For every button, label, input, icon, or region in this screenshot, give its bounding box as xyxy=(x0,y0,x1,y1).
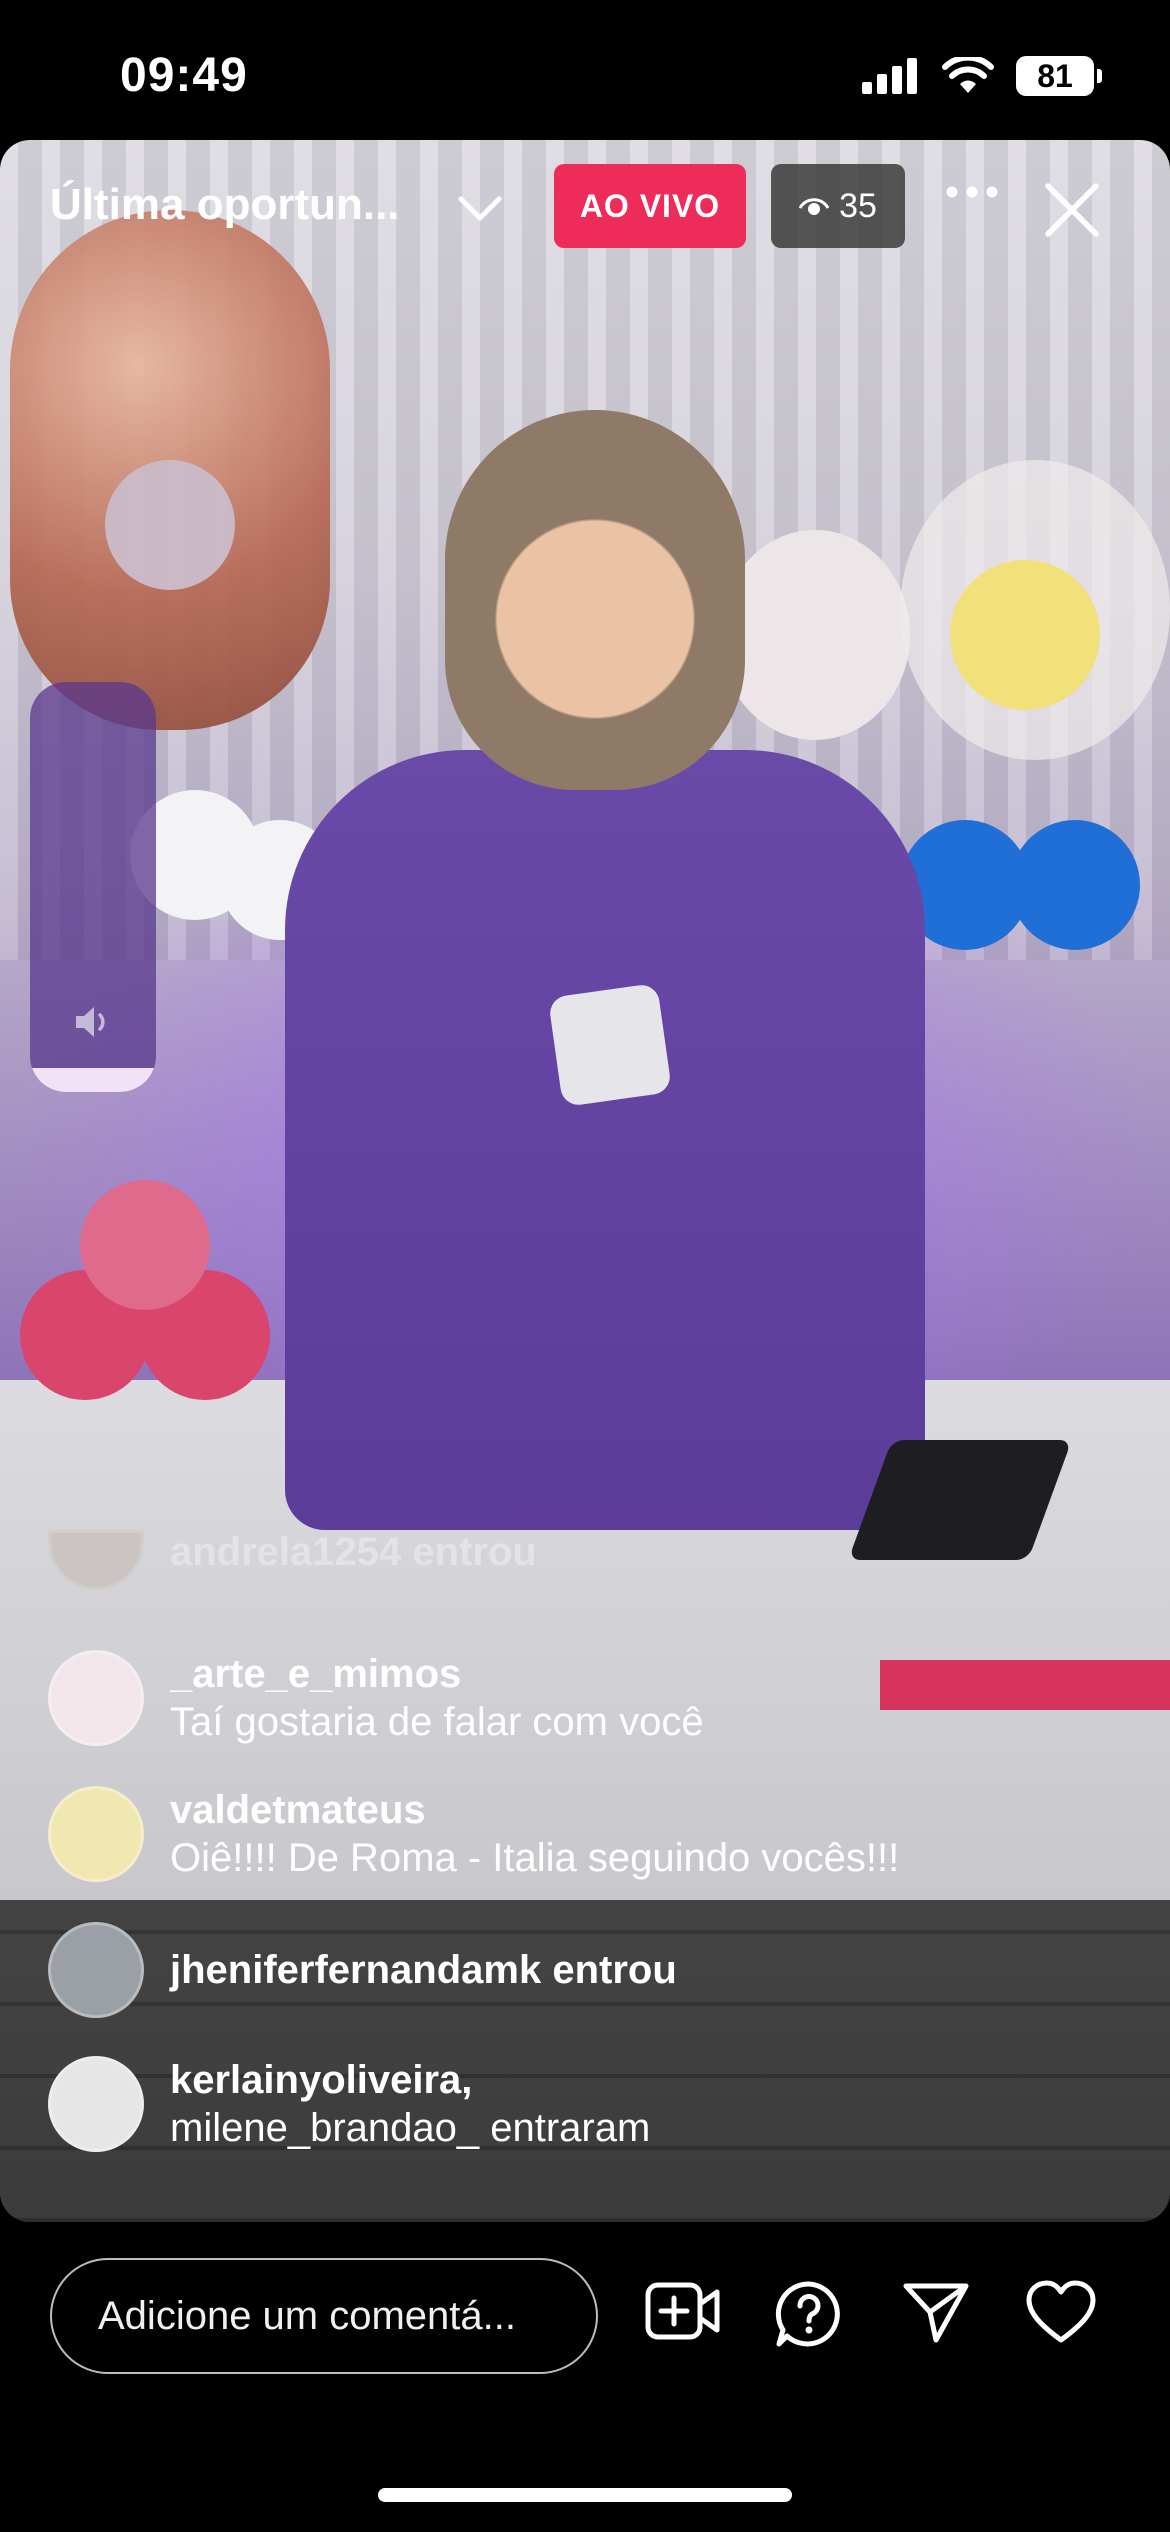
add-video-icon[interactable] xyxy=(645,2280,721,2342)
avatar[interactable] xyxy=(48,2056,144,2152)
question-icon[interactable] xyxy=(775,2280,843,2348)
speaker-icon xyxy=(76,1007,105,1037)
number-balloon xyxy=(10,210,330,730)
presenter-shirt xyxy=(285,750,925,1530)
blue-balloon xyxy=(1010,820,1140,950)
live-badge: AO VIVO xyxy=(554,164,746,248)
viewer-count[interactable]: 35 xyxy=(771,164,905,248)
comment-row: andrela1254 entrou xyxy=(48,1530,537,1590)
send-icon[interactable] xyxy=(902,2280,970,2344)
join-text: jheniferfernandamk entrou xyxy=(170,1948,677,1992)
viewer-count-value: 35 xyxy=(839,186,877,225)
avatar[interactable] xyxy=(48,1922,144,2018)
avatar[interactable] xyxy=(48,1650,144,1746)
volume-level xyxy=(30,1068,156,1092)
comment-text: Oiê!!!! De Roma - Italia seguindo vocês!… xyxy=(170,1836,900,1880)
join-users[interactable]: kerlainyoliveira, xyxy=(170,2056,650,2104)
more-icon[interactable] xyxy=(944,184,1000,200)
signal-icon xyxy=(862,58,917,94)
presenter-phone xyxy=(547,982,673,1108)
live-header: Última oportun... AO VIVO 35 xyxy=(0,140,1170,280)
home-indicator[interactable] xyxy=(378,2488,792,2502)
comment-row[interactable]: _arte_e_mimos Taí gostaria de falar com … xyxy=(48,1650,704,1746)
avatar xyxy=(48,1530,144,1590)
comment-row[interactable]: valdetmateus Oiê!!!! De Roma - Italia se… xyxy=(48,1786,899,1882)
battery-icon: 81 xyxy=(1016,56,1102,96)
bottom-bar: Adicione um comentá... xyxy=(0,2222,1170,2532)
yellow-balloon xyxy=(950,560,1100,710)
avatar[interactable] xyxy=(48,1786,144,1882)
status-bar: 09:49 81 xyxy=(0,0,1170,140)
live-video[interactable] xyxy=(0,140,1170,2222)
comment-username[interactable]: _arte_e_mimos xyxy=(170,1650,704,1698)
chevron-down-icon[interactable] xyxy=(458,196,502,222)
comment-row[interactable]: kerlainyoliveira, milene_brandao_ entrar… xyxy=(48,2056,650,2152)
volume-slider[interactable] xyxy=(30,682,156,1092)
comment-text: andrela1254 entrou xyxy=(170,1530,537,1574)
status-time: 09:49 xyxy=(120,49,248,102)
heart-icon[interactable] xyxy=(1025,2280,1097,2344)
join-text: milene_brandao_ entraram xyxy=(170,2106,651,2150)
comment-row[interactable]: jheniferfernandamk entrou xyxy=(48,1922,677,2018)
comment-input[interactable]: Adicione um comentá... xyxy=(50,2258,598,2374)
comment-username[interactable]: valdetmateus xyxy=(170,1786,899,1834)
pink-balloon xyxy=(80,1180,210,1310)
close-icon[interactable] xyxy=(1042,180,1102,240)
live-title[interactable]: Última oportun... xyxy=(50,180,400,230)
presenter xyxy=(285,410,925,1530)
presenter-head xyxy=(445,410,745,790)
status-icons: 81 xyxy=(862,56,1102,96)
ruler xyxy=(880,1660,1170,1710)
eye-icon xyxy=(799,198,830,215)
wifi-icon xyxy=(942,57,994,93)
comment-text: Taí gostaria de falar com você xyxy=(170,1700,704,1744)
